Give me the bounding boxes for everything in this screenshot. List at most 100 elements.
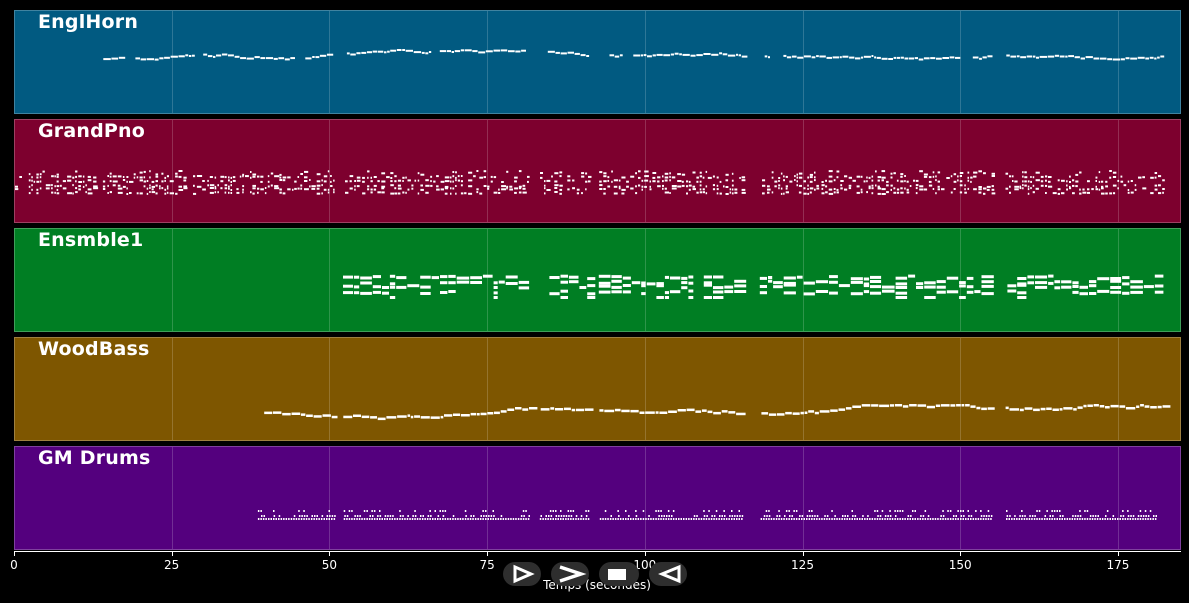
stop-button[interactable] (599, 562, 639, 586)
note (319, 54, 327, 57)
note (381, 191, 385, 194)
note (468, 171, 473, 174)
note (313, 518, 315, 520)
note (923, 173, 928, 176)
note (242, 188, 244, 191)
note (440, 180, 445, 183)
track-woodbass[interactable]: WoodBass (14, 337, 1181, 441)
note (349, 187, 353, 190)
note (1089, 515, 1092, 517)
note (373, 510, 376, 512)
note (1024, 176, 1028, 179)
note (1142, 515, 1145, 517)
note (1087, 180, 1090, 183)
note (823, 518, 826, 520)
note (480, 515, 482, 517)
note (242, 191, 244, 194)
note (644, 185, 647, 188)
note (67, 179, 72, 182)
play-button[interactable] (503, 562, 541, 586)
note (292, 188, 294, 191)
track-englhorn[interactable]: EnglHorn (14, 10, 1181, 114)
note (257, 187, 260, 190)
rewind-button[interactable] (649, 562, 687, 586)
note (122, 185, 126, 188)
note (1122, 282, 1130, 286)
note (942, 57, 949, 59)
track-gm-drums[interactable]: GM Drums (14, 446, 1181, 550)
note (695, 410, 702, 413)
note (230, 184, 232, 187)
note (739, 515, 741, 517)
note (741, 188, 746, 191)
note (479, 192, 483, 195)
note (288, 518, 290, 520)
note (327, 191, 330, 194)
note (493, 191, 498, 194)
note (682, 53, 690, 56)
note (916, 282, 924, 286)
note (220, 175, 225, 178)
note (896, 191, 900, 194)
note (1009, 515, 1011, 517)
note (464, 510, 467, 512)
note (412, 515, 414, 517)
note (149, 170, 151, 173)
note (784, 515, 786, 517)
note (265, 518, 267, 520)
note (420, 515, 422, 517)
note (39, 187, 42, 190)
note (907, 515, 910, 517)
track-ensmble1[interactable]: Ensmble1 (14, 228, 1181, 332)
note (394, 518, 396, 520)
note (118, 56, 126, 59)
note (1036, 518, 1038, 520)
note (502, 518, 505, 520)
note (719, 180, 722, 183)
note (452, 518, 454, 520)
track-grandpno[interactable]: GrandPno (14, 119, 1181, 223)
note (783, 276, 796, 280)
note (618, 515, 620, 517)
note (321, 184, 323, 187)
note (15, 185, 18, 188)
note (768, 515, 771, 517)
note (228, 191, 230, 194)
note (575, 518, 577, 520)
note (431, 276, 439, 280)
note (652, 180, 656, 183)
note (510, 518, 512, 520)
note (655, 518, 657, 520)
note (493, 176, 497, 179)
note (928, 184, 933, 187)
note (421, 518, 424, 520)
note (424, 518, 426, 520)
note (804, 411, 808, 414)
note (394, 187, 397, 190)
note (793, 518, 795, 520)
note (405, 191, 407, 194)
note (598, 281, 611, 285)
note (389, 518, 391, 520)
note (783, 54, 787, 57)
note (309, 185, 311, 188)
note (821, 181, 824, 183)
note (112, 180, 118, 183)
note (1043, 518, 1046, 520)
note (282, 412, 291, 416)
note (1087, 404, 1093, 407)
note (642, 510, 645, 512)
note (293, 515, 296, 517)
note (893, 56, 897, 59)
forward-button[interactable] (551, 562, 589, 586)
note (889, 510, 891, 512)
note (1152, 518, 1154, 520)
note (107, 192, 109, 194)
note (585, 180, 588, 183)
note (33, 180, 36, 183)
note (202, 180, 205, 182)
note (970, 515, 973, 517)
note (161, 187, 164, 190)
note (1157, 56, 1160, 59)
note (67, 175, 72, 178)
